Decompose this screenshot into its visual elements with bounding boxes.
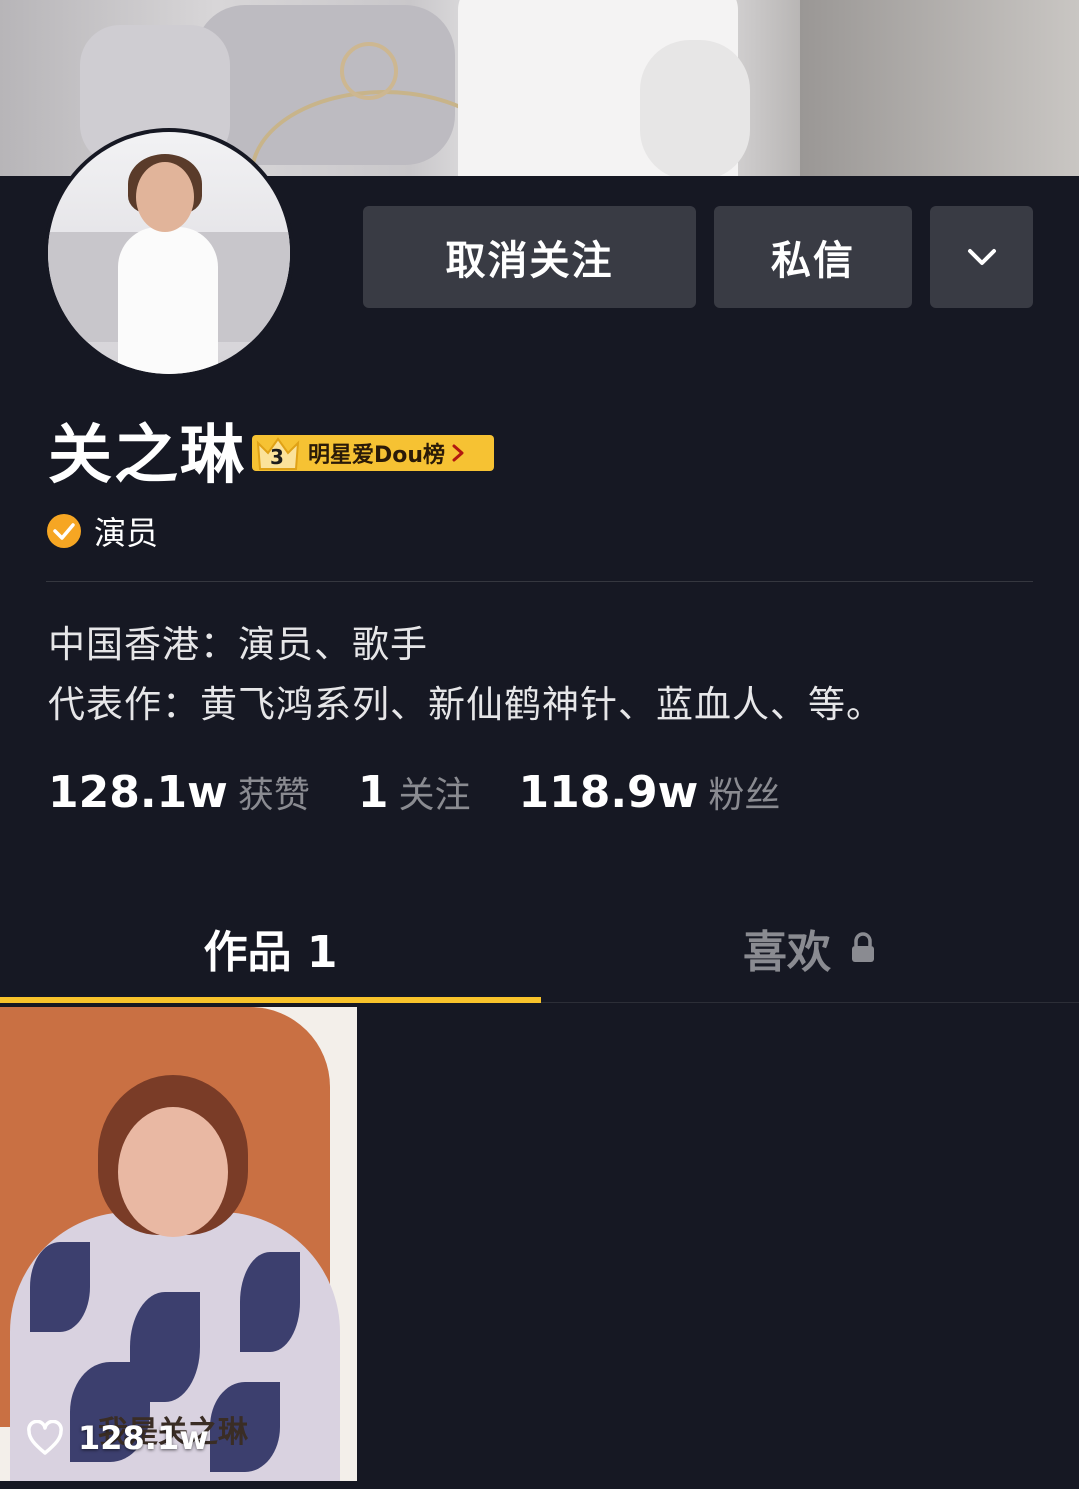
stat-value: 128.1w bbox=[48, 767, 228, 818]
stat-label: 粉丝 bbox=[708, 775, 781, 816]
active-tab-indicator bbox=[0, 997, 541, 1003]
chevron-down-icon bbox=[967, 249, 996, 265]
stat-likes[interactable]: 128.1w 获赞 bbox=[48, 766, 310, 818]
tab-works[interactable]: 作品 1 bbox=[0, 900, 541, 996]
crown-icon: 3 bbox=[252, 435, 302, 471]
stat-following[interactable]: 1 关注 bbox=[358, 766, 471, 818]
unfollow-button-label: 取消关注 bbox=[445, 238, 614, 284]
bio-line: 代表作：黄飞鸿系列、新仙鹤神针、蓝血人、等。 bbox=[48, 683, 884, 726]
tab-label: 喜欢 bbox=[743, 927, 831, 978]
bio-line: 中国香港：演员、歌手 bbox=[48, 623, 428, 666]
video-thumbnail[interactable]: 我是关之琳 128.1w bbox=[0, 1007, 357, 1481]
stat-label: 关注 bbox=[398, 775, 471, 816]
video-likes: 128.1w bbox=[26, 1419, 209, 1457]
rank-badge[interactable]: 3 明星爱Dou榜 bbox=[252, 435, 494, 471]
verification-label: 演员 bbox=[94, 514, 159, 552]
heart-icon bbox=[27, 1420, 63, 1455]
more-button[interactable] bbox=[930, 206, 1033, 308]
verified-check-icon bbox=[47, 514, 81, 548]
chevron-right-icon bbox=[452, 444, 464, 462]
message-button[interactable]: 私信 bbox=[714, 206, 912, 308]
video-likes-count: 128.1w bbox=[78, 1419, 209, 1457]
tab-label: 作品 1 bbox=[203, 927, 338, 978]
lock-icon bbox=[852, 932, 874, 962]
rank-label: 明星爱Dou榜 bbox=[308, 443, 446, 468]
avatar[interactable] bbox=[44, 128, 294, 378]
stat-label: 获赞 bbox=[237, 775, 310, 816]
profile-name: 关之琳 bbox=[48, 419, 246, 493]
stat-value: 118.9w bbox=[518, 767, 699, 818]
stat-followers[interactable]: 118.9w 粉丝 bbox=[518, 766, 780, 818]
rank-number: 3 bbox=[270, 445, 284, 469]
content-tabs: 作品 1 喜欢 bbox=[0, 900, 1079, 1003]
unfollow-button[interactable]: 取消关注 bbox=[363, 206, 696, 308]
message-button-label: 私信 bbox=[771, 238, 855, 284]
tab-likes[interactable]: 喜欢 bbox=[541, 900, 1079, 996]
stat-value: 1 bbox=[357, 767, 389, 818]
verification: 演员 bbox=[46, 508, 158, 554]
profile-stats: 128.1w 获赞 1 关注 118.9w 粉丝 bbox=[48, 766, 828, 818]
divider bbox=[46, 581, 1033, 582]
